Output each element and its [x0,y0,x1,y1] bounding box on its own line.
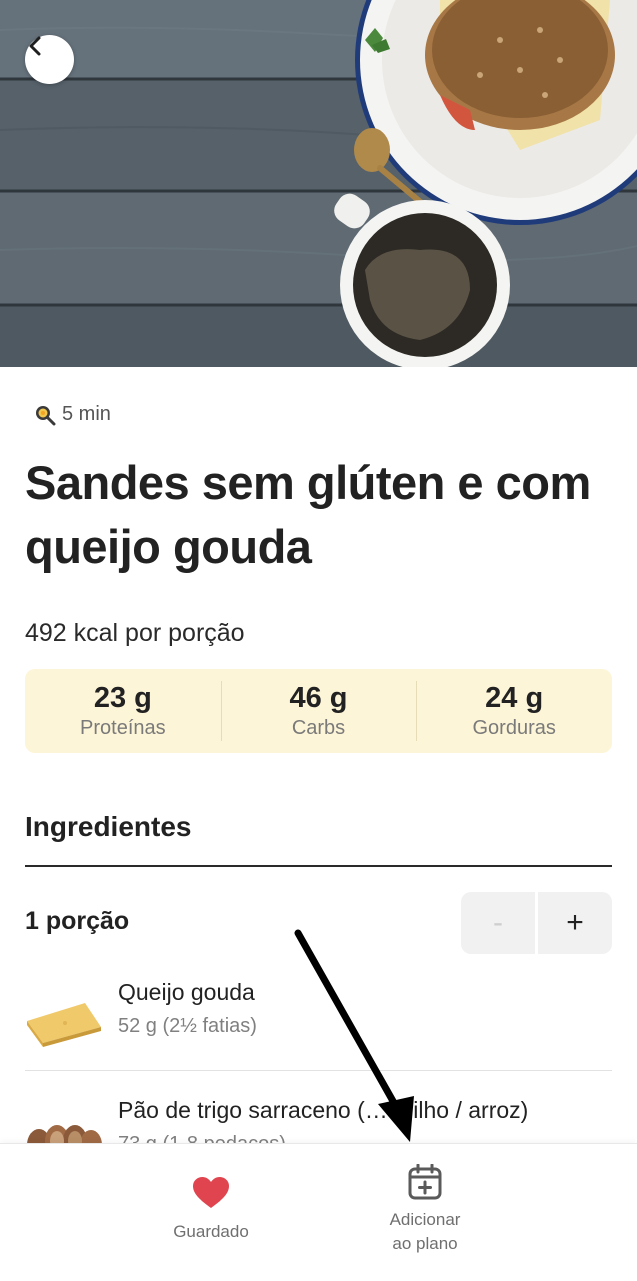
ingredient-name: Queijo gouda [118,979,255,1005]
decrease-portion-button[interactable]: - [461,892,535,954]
add-to-plan-label-line2: ao plano [392,1234,458,1253]
bottom-nav: Guardado Adicionar ao plano [0,1143,637,1281]
macro-protein: 23 g Proteínas [25,669,221,753]
back-button[interactable] [25,35,74,84]
macro-fat: 24 g Gorduras [416,669,612,753]
recipe-hero-image [0,0,637,367]
heart-icon [193,1177,229,1208]
macros-panel: 23 g Proteínas 46 g Carbs 24 g Gorduras [25,669,612,753]
macro-protein-value: 23 g [93,682,152,714]
ingredient-divider [25,1070,612,1071]
gouda-cheese-image [27,1003,101,1047]
ingredient-name: Pão de trigo sarraceno (… milho / arroz) [118,1097,529,1123]
portion-stepper: - + [461,892,612,954]
calories-per-portion: 492 kcal por porção [25,619,245,647]
ingredients-heading: Ingredientes [25,811,192,842]
saved-label: Guardado [173,1222,249,1241]
macro-fat-value: 24 g [485,682,544,714]
ingredient-item[interactable]: Queijo gouda 52 g (2½ fatias) [25,979,612,1079]
portion-count: 1 porção [25,907,130,935]
ingredient-quantity: 52 g (2½ fatias) [118,1015,257,1037]
calendar-plus-icon [408,1164,442,1200]
add-to-plan-label-line1: Adicionar [389,1210,461,1229]
increase-portion-button[interactable]: + [538,892,612,954]
section-divider [25,865,612,867]
macro-carbs: 46 g Carbs [220,669,417,753]
saved-nav-button[interactable]: Guardado [160,1176,262,1244]
add-to-plan-nav-button[interactable]: Adicionar ao plano [372,1164,478,1256]
macro-carbs-label: Carbs [291,717,346,739]
frying-pan-icon [36,405,56,425]
macro-protein-label: Proteínas [80,717,166,739]
prep-time: 5 min [34,403,111,426]
recipe-title: Sandes sem glúten e com queijo gouda [25,456,591,573]
macro-fat-label: Gorduras [472,717,556,739]
hero-photo [0,0,637,367]
prep-time-text: 5 min [62,403,111,425]
chevron-left-icon [29,36,41,56]
macro-carbs-value: 46 g [289,682,348,714]
